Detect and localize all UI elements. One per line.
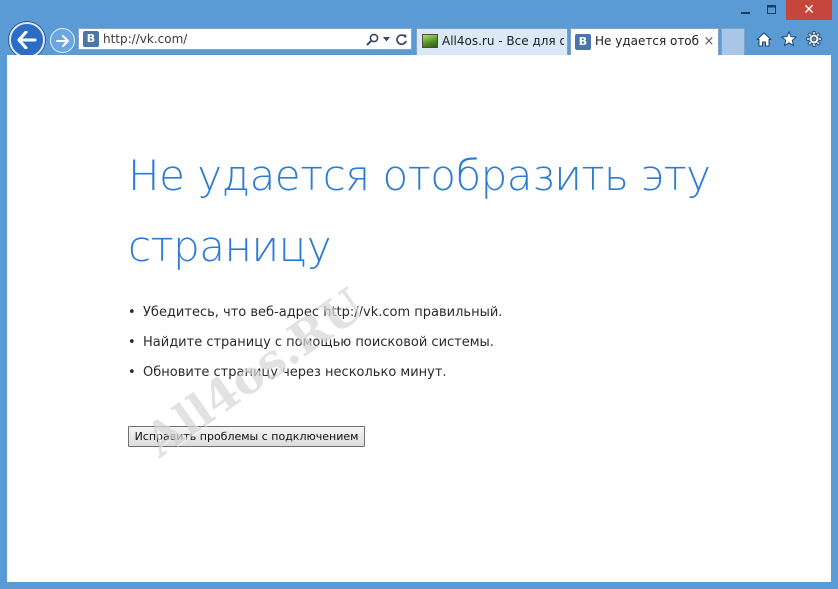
tab-all4os[interactable]: All4os.ru - Все для о... xyxy=(416,28,568,55)
search-icon xyxy=(366,33,378,45)
tab-label: Не удается отобр... xyxy=(595,34,699,48)
page-content: Не удается отобразить эту страницу • Убед… xyxy=(7,55,831,582)
minimize-button[interactable] xyxy=(734,0,758,20)
star-icon xyxy=(781,31,797,47)
home-icon xyxy=(756,32,772,46)
tools-button[interactable] xyxy=(803,28,825,50)
suggestion-item: • Найдите страницу с помощью поисковой си… xyxy=(128,333,502,363)
refresh-button[interactable] xyxy=(393,29,409,49)
search-button[interactable] xyxy=(363,29,381,49)
new-tab-button[interactable] xyxy=(721,28,745,55)
address-input[interactable] xyxy=(103,29,353,49)
back-button[interactable] xyxy=(9,22,45,58)
home-button[interactable] xyxy=(753,28,775,50)
gear-icon xyxy=(806,31,822,47)
favorites-button[interactable] xyxy=(778,28,800,50)
bullet: • xyxy=(128,365,136,380)
address-dropdown-button[interactable] xyxy=(381,29,391,49)
address-bar: B xyxy=(78,28,412,50)
back-arrow-icon xyxy=(17,31,37,49)
browser-window: ✕ B http://vk.com/ All4os.ru - Все для о… xyxy=(0,0,838,589)
suggestion-text: Убедитесь, что веб-адрес http://vk.com п… xyxy=(143,305,503,320)
fix-connection-button[interactable]: Исправить проблемы с подключением xyxy=(128,426,365,447)
suggestion-item: • Обновите страницу через несколько минут… xyxy=(128,363,502,393)
vk-favicon-icon: B xyxy=(83,31,99,47)
error-title: Не удается отобразить эту страницу xyxy=(128,151,711,271)
suggestion-list: • Убедитесь, что веб-адрес http://vk.com … xyxy=(128,303,502,393)
tab-label: All4os.ru - Все для о... xyxy=(442,34,564,48)
suggestion-item: • Убедитесь, что веб-адрес http://vk.com … xyxy=(128,303,502,333)
maximize-icon xyxy=(767,5,776,14)
minimize-icon xyxy=(741,12,750,14)
suggestion-text: Обновите страницу через несколько минут. xyxy=(143,365,447,380)
maximize-button[interactable] xyxy=(760,0,784,20)
refresh-icon xyxy=(395,33,407,45)
all4os-favicon-icon xyxy=(422,34,438,48)
close-icon: × xyxy=(703,33,715,49)
bullet: • xyxy=(128,305,136,320)
forward-arrow-icon xyxy=(55,34,69,47)
tab-close-button[interactable]: × xyxy=(702,31,716,51)
suggestion-text: Найдите страницу с помощью поисковой сис… xyxy=(143,335,494,350)
close-window-button[interactable]: ✕ xyxy=(786,0,832,20)
vk-favicon-icon: B xyxy=(575,34,591,50)
tab-active-error[interactable]: B Не удается отобр... × xyxy=(570,28,719,56)
bullet: • xyxy=(128,335,136,350)
chevron-down-icon xyxy=(382,36,390,41)
close-icon: ✕ xyxy=(803,2,815,18)
forward-button[interactable] xyxy=(50,28,75,53)
